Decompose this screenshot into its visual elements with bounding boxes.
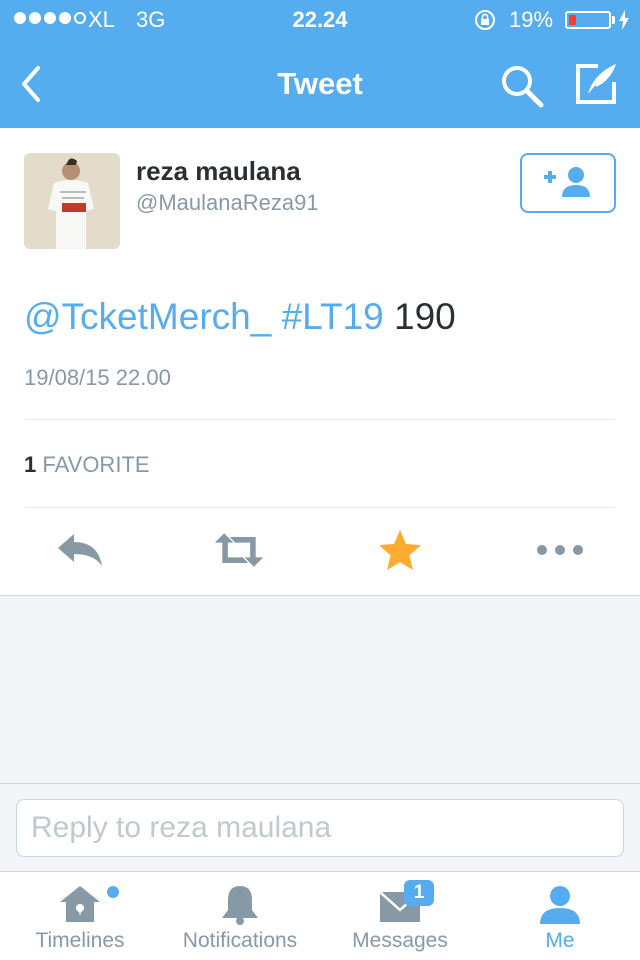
tweet-body: @TcketMerch_ #LT19 190 bbox=[24, 296, 456, 338]
avatar-photo bbox=[24, 153, 120, 249]
tab-label: Timelines bbox=[35, 929, 125, 952]
tab-notifications[interactable]: Notifications bbox=[160, 872, 320, 960]
tab-label: Me bbox=[545, 929, 575, 952]
battery-level bbox=[569, 15, 576, 25]
retweet-icon[interactable] bbox=[213, 528, 265, 572]
reply-bar bbox=[0, 783, 640, 871]
tab-label: Messages bbox=[352, 929, 448, 952]
reply-icon[interactable] bbox=[54, 528, 106, 572]
more-icon[interactable] bbox=[534, 528, 586, 572]
favorites-count: 1 bbox=[24, 452, 37, 477]
tab-label: Notifications bbox=[182, 929, 298, 952]
tweet-detail: reza maulana @MaulanaReza91 @TcketMerch_… bbox=[0, 128, 640, 596]
author-handle[interactable]: @MaulanaReza91 bbox=[136, 190, 319, 216]
header: XL 3G 22.24 19% Tweet bbox=[0, 0, 640, 128]
charging-bolt-icon bbox=[619, 10, 629, 30]
rotation-lock-icon bbox=[475, 10, 495, 30]
status-bar: XL 3G 22.24 19% bbox=[0, 0, 640, 40]
battery-nub bbox=[612, 16, 615, 24]
follow-user-icon bbox=[544, 167, 590, 197]
nav-bar: Tweet bbox=[0, 40, 640, 128]
favorites-label: FAVORITE bbox=[42, 452, 150, 477]
home-icon bbox=[60, 886, 100, 922]
tab-bar: Timelines Notifications 1 Messages Me bbox=[0, 871, 640, 960]
bell-icon bbox=[222, 886, 258, 925]
tweet-body-text: 190 bbox=[394, 296, 456, 337]
tab-timelines[interactable]: Timelines bbox=[0, 872, 160, 960]
battery-icon bbox=[565, 11, 611, 29]
avatar[interactable] bbox=[24, 153, 120, 249]
profile-icon bbox=[540, 886, 580, 924]
mention-link[interactable]: @TcketMerch_ bbox=[24, 296, 271, 337]
follow-button[interactable] bbox=[520, 153, 616, 213]
favorites-count-row[interactable]: 1 FAVORITE bbox=[24, 452, 150, 478]
hashtag-link[interactable]: #LT19 bbox=[282, 296, 384, 337]
author-name[interactable]: reza maulana bbox=[136, 156, 301, 187]
new-content-dot bbox=[107, 886, 119, 898]
compose-tweet-icon[interactable] bbox=[572, 60, 620, 108]
divider bbox=[24, 507, 616, 508]
tab-me[interactable]: Me bbox=[480, 872, 640, 960]
favorite-star-icon[interactable] bbox=[374, 528, 426, 572]
unread-badge: 1 bbox=[404, 880, 434, 906]
tweet-timestamp: 19/08/15 22.00 bbox=[24, 365, 171, 390]
search-icon[interactable] bbox=[498, 62, 546, 110]
battery-percent: 19% bbox=[509, 7, 554, 32]
reply-input[interactable] bbox=[16, 799, 624, 857]
tab-messages[interactable]: 1 Messages bbox=[320, 872, 480, 960]
divider bbox=[24, 419, 616, 420]
